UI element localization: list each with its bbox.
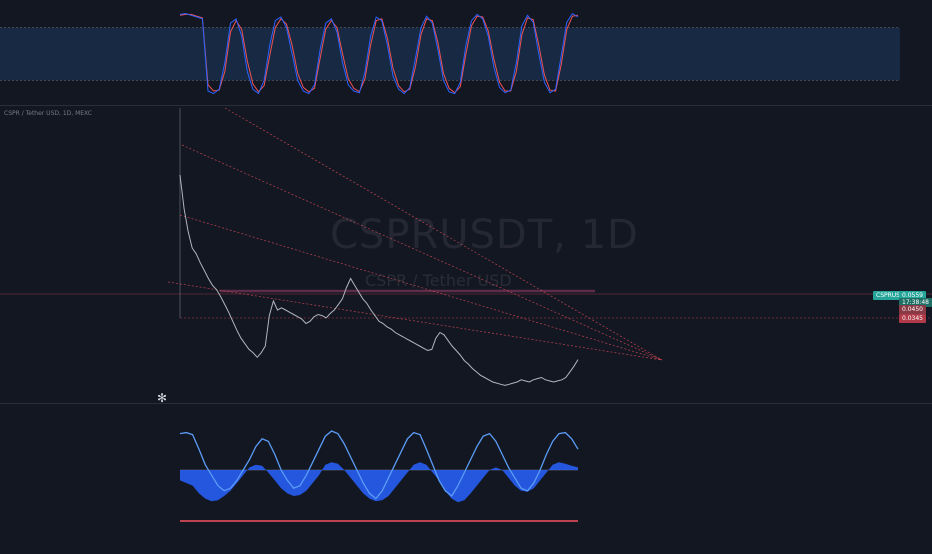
tradingview-logo-icon[interactable]: ✻: [157, 391, 167, 405]
histogram-area: [180, 462, 578, 503]
pane-separator-top[interactable]: [0, 105, 932, 106]
symbol-watermark-name: CSPR / Tether USD: [365, 271, 512, 290]
symbol-info-line[interactable]: CSPR / Tether USD, 1D, MEXC: [4, 110, 92, 117]
stochastic-band: [0, 27, 900, 81]
pane-separator-bottom[interactable]: [0, 403, 932, 404]
level-badge-a: 0.0450: [899, 305, 926, 314]
level-badge-b: 0.0345: [899, 314, 926, 323]
symbol-watermark: CSPRUSDT, 1D: [330, 212, 639, 258]
